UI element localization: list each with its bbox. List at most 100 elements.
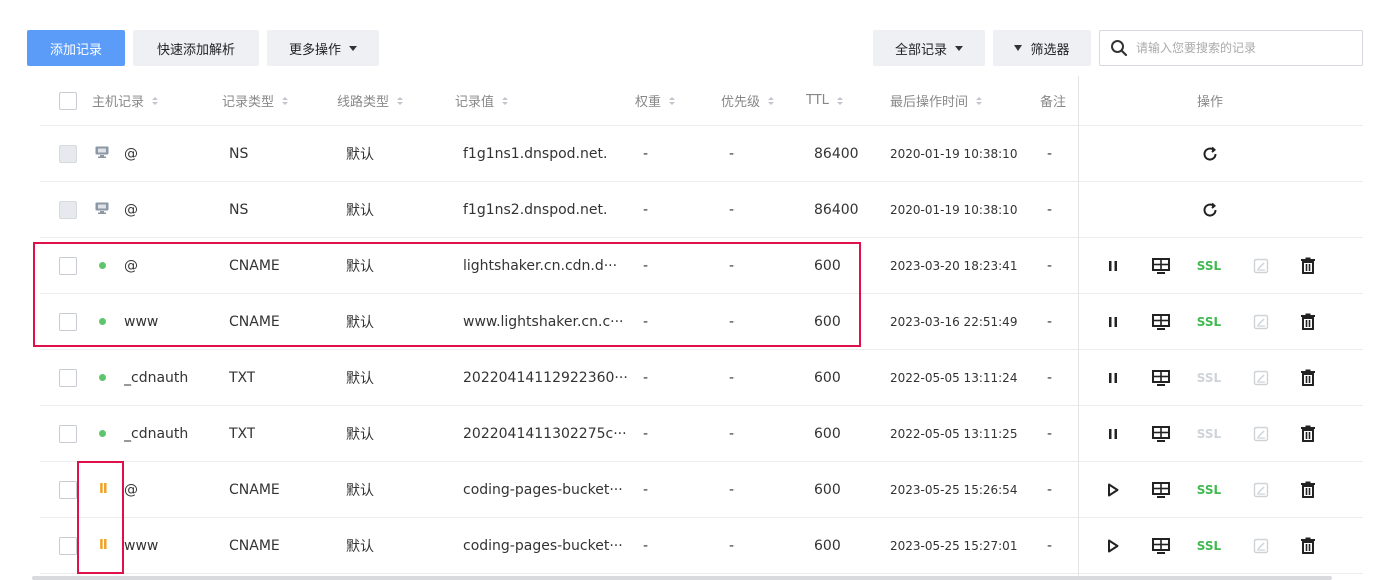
search-input[interactable] [1136,41,1356,55]
type-cell[interactable]: CNAME [229,462,280,517]
header-line[interactable]: 线路类型 [337,76,404,125]
ssl-button[interactable]: SSL [1197,478,1221,502]
value-cell[interactable]: 2022041411302275c··· [463,406,627,461]
pause-icon[interactable] [1101,366,1125,390]
quick-add-button[interactable]: 快速添加解析 [133,30,259,66]
line-cell[interactable]: 默认 [346,126,374,181]
line-cell[interactable]: 默认 [346,518,374,573]
host-value: _cdnauth [124,369,189,386]
type-cell[interactable]: TXT [229,406,255,461]
value-cell[interactable]: f1g1ns2.dnspod.net. [463,182,607,237]
trash-icon[interactable] [1296,366,1320,390]
ssl-button: SSL [1197,366,1221,390]
header-type[interactable]: 记录类型 [222,76,289,125]
header-updated[interactable]: 最后操作时间 [890,76,983,125]
system-record-icon [95,146,109,162]
priority-cell: - [729,126,734,181]
header-value-label: 记录值 [455,95,495,110]
ttl-value: 86400 [814,201,859,218]
remark-cell[interactable]: - [1047,518,1052,573]
value-cell[interactable]: f1g1ns1.dnspod.net. [463,126,607,181]
host-cell[interactable]: _cdnauth [124,350,188,405]
header-host[interactable]: 主机记录 [92,76,159,125]
more-actions-dropdown[interactable]: 更多操作 [267,30,379,66]
remark-cell[interactable]: - [1047,126,1052,181]
remark-cell[interactable]: - [1047,182,1052,237]
row-checkbox-cell [59,182,77,237]
header-actions-label: 操作 [1197,95,1224,110]
monitor-icon[interactable] [1149,422,1173,446]
row-checkbox[interactable] [59,424,77,443]
monitor-icon[interactable] [1149,534,1173,558]
priority-value: - [729,481,735,498]
filter-label: 筛选器 [1030,42,1070,58]
ssl-button[interactable]: SSL [1197,534,1221,558]
ttl-cell[interactable]: 86400 [814,182,859,237]
select-all-checkbox[interactable] [59,91,77,110]
type-cell[interactable]: NS [229,182,248,237]
row-checkbox[interactable] [59,536,77,555]
host-cell[interactable]: @ [124,182,138,237]
type-cell[interactable]: CNAME [229,518,280,573]
ssl-button[interactable]: SSL [1197,254,1221,278]
row-checkbox [59,144,77,163]
ttl-cell[interactable]: 600 [814,518,841,573]
type-cell[interactable]: TXT [229,350,255,405]
trash-icon[interactable] [1296,310,1320,334]
reload-icon[interactable] [1198,198,1222,222]
line-cell[interactable]: 默认 [346,350,374,405]
chevron-down-icon [349,45,357,51]
row-checkbox[interactable] [59,480,77,499]
ttl-cell[interactable]: 600 [814,462,841,517]
ttl-cell[interactable]: 600 [814,406,841,461]
remark-cell[interactable]: - [1047,406,1052,461]
add-record-button[interactable]: 添加记录 [27,30,125,66]
line-cell[interactable]: 默认 [346,462,374,517]
header-value[interactable]: 记录值 [455,76,509,125]
host-cell[interactable]: www [124,518,158,573]
type-value: NS [229,201,249,218]
row-checkbox[interactable] [59,368,77,387]
remark-cell[interactable]: - [1047,238,1052,293]
line-cell[interactable]: 默认 [346,406,374,461]
table-row: _cdnauth TXT 默认 2022041411302275c··· - -600 20… [40,406,1363,462]
monitor-icon[interactable] [1149,254,1173,278]
reload-icon[interactable] [1198,142,1222,166]
pause-icon[interactable] [1101,254,1125,278]
ttl-cell[interactable]: 600 [814,350,841,405]
line-cell[interactable]: 默认 [346,182,374,237]
header-ttl[interactable]: TTL [806,76,843,125]
horizontal-scrollbar[interactable] [32,576,1332,580]
value-cell[interactable]: coding-pages-bucket··· [463,518,623,573]
monitor-icon[interactable] [1149,478,1173,502]
weight-value: - [643,201,649,218]
filter-button[interactable]: 筛选器 [993,30,1091,66]
value-cell[interactable]: 20220414112922360··· [463,350,628,405]
host-cell[interactable]: @ [124,462,138,517]
value-cell[interactable]: coding-pages-bucket··· [463,462,623,517]
monitor-icon[interactable] [1149,366,1173,390]
pause-icon[interactable] [1101,310,1125,334]
priority-cell: - [729,182,734,237]
type-cell[interactable]: NS [229,126,248,181]
ssl-button[interactable]: SSL [1197,310,1221,334]
trash-icon[interactable] [1296,254,1320,278]
pause-icon[interactable] [1101,422,1125,446]
host-cell[interactable]: @ [124,126,138,181]
trash-icon[interactable] [1296,478,1320,502]
remark-cell[interactable]: - [1047,462,1052,517]
header-weight[interactable]: 权重 [635,76,676,125]
header-priority[interactable]: 优先级 [721,76,775,125]
monitor-icon[interactable] [1149,310,1173,334]
play-icon[interactable] [1101,534,1125,558]
all-records-dropdown[interactable]: 全部记录 [873,30,985,66]
host-cell[interactable]: _cdnauth [124,406,188,461]
ttl-cell[interactable]: 86400 [814,126,859,181]
quick-add-label: 快速添加解析 [156,42,235,58]
trash-icon[interactable] [1296,422,1320,446]
remark-cell[interactable]: - [1047,350,1052,405]
remark-cell[interactable]: - [1047,294,1052,349]
trash-icon[interactable] [1296,534,1320,558]
weight-cell: - [643,462,648,517]
play-icon[interactable] [1101,478,1125,502]
